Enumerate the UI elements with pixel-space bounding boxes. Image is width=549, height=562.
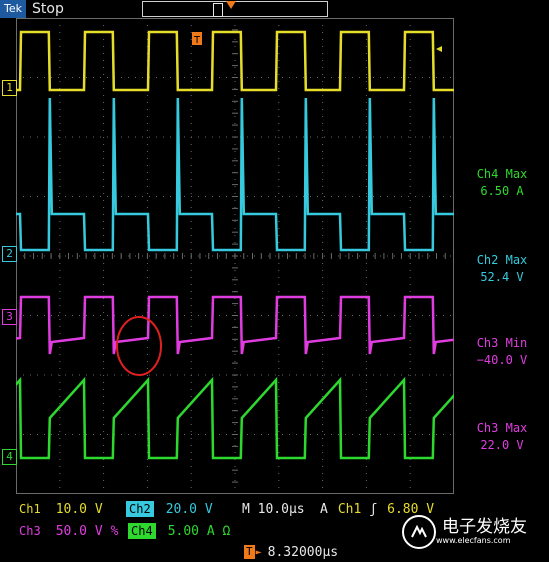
stop-status: Stop [32, 1, 64, 17]
measurement-ch4-max: Ch4 Max 6.50 A [456, 166, 548, 200]
ch4-scale: 5.00 A Ω [167, 523, 231, 539]
measurement-value: −40.0 V [476, 353, 528, 367]
ch3-bandwidth-icon: % [110, 523, 119, 539]
watermark-logo-icon [402, 515, 436, 549]
trigger-slope-icon: ʃ [369, 501, 378, 517]
record-window-marker[interactable] [213, 3, 223, 17]
trigger-source: Ch1 [337, 501, 362, 517]
measurement-label: Ch3 Max [476, 421, 528, 435]
measurement-value: 22.0 V [480, 438, 524, 452]
ch1-label: Ch1 [16, 501, 44, 517]
trigger-level-icon [436, 46, 442, 52]
timebase-value: M 10.0µs [242, 501, 305, 517]
watermark: 电子发烧友 www.elecfans.com [402, 515, 527, 549]
measurement-value: 52.4 V [480, 270, 524, 284]
measurement-ch3-max: Ch3 Max 22.0 V [456, 420, 548, 454]
trigger-position[interactable]: T ► 8.32000µs [244, 543, 338, 561]
svg-text:T: T [193, 35, 201, 46]
channel-marker-1[interactable]: 1 [2, 80, 17, 96]
channel-marker-2[interactable]: 2 [2, 246, 17, 262]
watermark-subtitle: www.elecfans.com [436, 536, 511, 545]
ch2-scale: 20.0 V [165, 501, 213, 517]
ch3-scale: 50.0 V [55, 523, 103, 539]
ch2-label: Ch2 [126, 501, 154, 517]
trigger-position-icon: T [244, 545, 255, 559]
channel-marker-3[interactable]: 3 [2, 309, 17, 325]
channel-marker-4[interactable]: 4 [2, 449, 17, 465]
measurement-label: Ch4 Max [476, 167, 528, 181]
measurement-ch2-max: Ch2 Max 52.4 V [456, 252, 548, 286]
ch3-label: Ch3 [16, 523, 44, 539]
ch2-setting[interactable]: Ch2 20.0 V [126, 500, 213, 518]
measurement-value: 6.50 A [480, 184, 524, 198]
waveform-display: T [16, 18, 454, 494]
top-bar: Tek Stop [0, 0, 549, 18]
trigger-mode: A [320, 501, 328, 517]
ch1-setting[interactable]: Ch1 10.0 V [16, 500, 103, 518]
trigger-marker-t: T [192, 32, 202, 46]
brand-badge: Tek [0, 0, 26, 18]
ch1-scale: 10.0 V [55, 501, 103, 517]
annotation-circle [116, 316, 162, 376]
ch2-waveform [16, 97, 454, 252]
watermark-title: 电子发烧友 [442, 517, 527, 537]
trigger-position-arrow-icon: ► [255, 546, 262, 558]
measurement-ch3-min: Ch3 Min −40.0 V [456, 335, 548, 369]
measurement-label: Ch3 Min [476, 336, 528, 350]
measurement-label: Ch2 Max [476, 253, 528, 267]
ch4-setting[interactable]: Ch4 5.00 A Ω [128, 522, 230, 540]
ch4-label: Ch4 [128, 523, 156, 539]
trigger-position-value: 8.32000µs [267, 544, 339, 560]
acquisition-status: Tek Stop [0, 0, 64, 18]
ch3-setting[interactable]: Ch3 50.0 V % [16, 522, 118, 540]
trigger-arrow-icon [226, 1, 236, 9]
timebase-setting[interactable]: M 10.0µs [242, 500, 305, 518]
